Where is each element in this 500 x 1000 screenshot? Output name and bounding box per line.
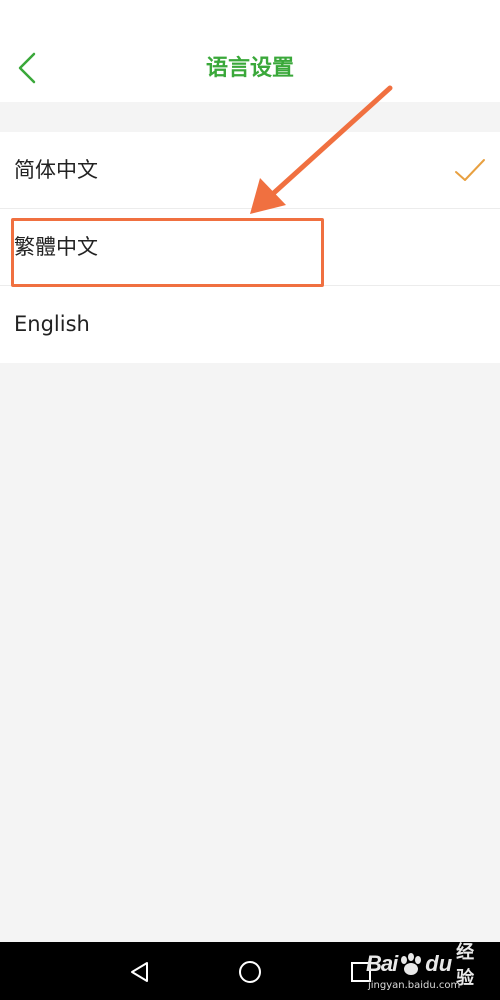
language-list: 简体中文 繁體中文 English: [0, 132, 500, 363]
language-label: 繁體中文: [14, 235, 98, 259]
language-label: English: [14, 312, 90, 336]
nav-back-button[interactable]: [124, 956, 156, 988]
page-title: 语言设置: [205, 56, 294, 81]
section-divider: [0, 102, 500, 132]
language-option-simplified-chinese[interactable]: 简体中文: [0, 132, 500, 209]
nav-recents-button[interactable]: [344, 956, 376, 988]
check-icon: [454, 156, 486, 184]
language-option-traditional-chinese[interactable]: 繁體中文: [0, 209, 500, 286]
language-label: 简体中文: [14, 158, 98, 182]
system-navigation-bar: [0, 942, 500, 1000]
square-recents-icon: [351, 962, 371, 982]
app-header: 语言设置: [0, 0, 500, 102]
language-option-english[interactable]: English: [0, 286, 500, 363]
circle-home-icon: [239, 961, 261, 983]
nav-home-button[interactable]: [234, 956, 266, 988]
triangle-back-icon: [131, 962, 148, 982]
